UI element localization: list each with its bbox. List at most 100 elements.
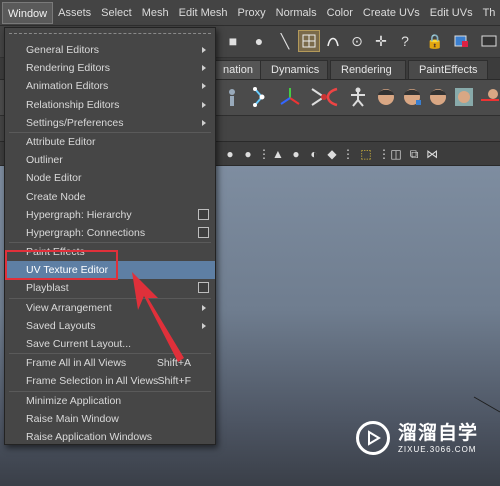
- ao-icon[interactable]: ◐: [306, 146, 322, 162]
- submenu-arrow-icon: [202, 83, 206, 90]
- menu-tearoff[interactable]: [9, 33, 211, 39]
- watermark-title: 溜溜自学: [398, 422, 479, 444]
- menu-item-label: Relationship Editors: [26, 98, 120, 111]
- render-icon[interactable]: [478, 30, 500, 52]
- menu-item-label: Create Node: [26, 190, 86, 203]
- watermark-subtitle: ZIXUE.3066.COM: [398, 444, 477, 454]
- menu-item-node-editor[interactable]: Node Editor: [5, 169, 215, 187]
- square-select-icon[interactable]: ■: [222, 30, 244, 52]
- submenu-arrow-icon: [202, 119, 206, 126]
- menu-item-hypergraph-hierarchy[interactable]: Hypergraph: Hierarchy: [5, 206, 215, 224]
- menu-item-label: Outliner: [26, 154, 63, 167]
- separator2-icon: ⋮: [342, 147, 354, 161]
- menu-item-outliner[interactable]: Outliner: [5, 151, 215, 169]
- pose-arrow-icon[interactable]: [476, 83, 500, 111]
- axis-tool-icon[interactable]: [276, 83, 304, 111]
- submenu-arrow-icon: [202, 65, 206, 72]
- circle-select-icon[interactable]: ●: [248, 30, 270, 52]
- menu-proxy[interactable]: Proxy: [233, 2, 271, 24]
- menu-item-hypergraph-connections[interactable]: Hypergraph: Connections: [5, 224, 215, 242]
- tab-dynamics[interactable]: Dynamics: [260, 60, 328, 79]
- lighting-icon[interactable]: ▲: [270, 146, 286, 162]
- share-icon[interactable]: ⋈: [424, 146, 440, 162]
- menu-item-create-node[interactable]: Create Node: [5, 188, 215, 206]
- option-box-icon[interactable]: [198, 208, 209, 220]
- skeleton-icon[interactable]: [344, 83, 372, 111]
- cube-icon[interactable]: ◫: [388, 146, 404, 162]
- annotation-highlight-box: [5, 250, 118, 280]
- menu-item-label: Minimize Application: [26, 394, 122, 407]
- menu-item-label: Frame Selection in All Views: [26, 375, 159, 388]
- curve-ik-icon[interactable]: [318, 83, 346, 111]
- menu-item-raise-main-window[interactable]: Raise Main Window: [5, 410, 215, 428]
- menu-edit-uvs[interactable]: Edit UVs: [425, 2, 478, 24]
- shadow-icon[interactable]: ●: [288, 146, 304, 162]
- menu-edit-mesh[interactable]: Edit Mesh: [174, 2, 233, 24]
- character-head3-icon[interactable]: [424, 83, 452, 111]
- menu-item-label: Raise Application Windows: [26, 430, 153, 443]
- menu-item-label: Attribute Editor: [26, 135, 96, 148]
- menu-item-frame-selection-in-all-views[interactable]: Frame Selection in All Views Shift+F: [5, 372, 215, 390]
- textured-icon[interactable]: ◆: [324, 146, 340, 162]
- submenu-arrow-icon: [202, 322, 206, 329]
- submenu-arrow-icon: [202, 101, 206, 108]
- menu-normals[interactable]: Normals: [271, 2, 322, 24]
- xray-icon[interactable]: ⧉: [406, 146, 422, 162]
- menu-assets[interactable]: Assets: [53, 2, 96, 24]
- grid-character-icon[interactable]: [450, 83, 478, 111]
- wireframe-shade-icon[interactable]: ●: [222, 146, 238, 162]
- menu-item-label: General Editors: [26, 44, 99, 56]
- menu-item-label: Animation Editors: [26, 80, 109, 93]
- menu-item-minimize-application[interactable]: Minimize Application: [5, 392, 215, 410]
- submenu-arrow-icon: [202, 304, 206, 311]
- menu-item-settings-preferences[interactable]: Settings/Preferences: [5, 114, 215, 132]
- menu-color[interactable]: Color: [322, 2, 358, 24]
- submenu-arrow-icon: [202, 47, 206, 53]
- input-ops-icon[interactable]: [450, 30, 472, 52]
- watermark: 溜溜自学 ZIXUE.3066.COM: [356, 410, 478, 466]
- menu-item-label: Raise Main Window: [26, 412, 119, 425]
- snap-grid-icon[interactable]: [298, 30, 320, 52]
- main-menubar: Window Assets Select Mesh Edit Mesh Prox…: [0, 0, 500, 26]
- menu-create-uvs[interactable]: Create UVs: [358, 2, 425, 24]
- play-logo-icon: [356, 421, 390, 455]
- character-head2-icon[interactable]: [398, 83, 426, 111]
- snap-plus-icon[interactable]: ✛: [370, 30, 392, 52]
- menu-item-animation-editors[interactable]: Animation Editors: [5, 77, 215, 95]
- option-box-icon[interactable]: [198, 282, 209, 294]
- menu-item-rendering-editors[interactable]: Rendering Editors: [5, 59, 215, 77]
- option-box-icon[interactable]: [198, 226, 209, 238]
- menu-item-label: View Arrangement: [26, 301, 112, 314]
- snap-curve-icon[interactable]: [322, 30, 344, 52]
- tab-rendering[interactable]: Rendering: [330, 60, 406, 79]
- annotation-arrow: [132, 272, 184, 362]
- menu-mesh[interactable]: Mesh: [137, 2, 174, 24]
- menu-item-label: Node Editor: [26, 172, 82, 185]
- menu-item-shortcut: Shift+F: [157, 375, 191, 388]
- menu-item-label: Playblast: [26, 282, 69, 295]
- tab-animation[interactable]: nation: [212, 60, 264, 79]
- menu-item-label: Saved Layouts: [26, 319, 96, 332]
- menu-window[interactable]: Window: [2, 1, 54, 24]
- menu-item-general-editors[interactable]: General Editors: [5, 41, 215, 59]
- menu-item-attribute-editor[interactable]: Attribute Editor: [5, 133, 215, 151]
- smooth-shade-icon[interactable]: ●: [240, 146, 256, 162]
- window-menu-dropdown: General Editors Rendering Editors Animatio…: [4, 27, 216, 445]
- joint-tool-icon[interactable]: [218, 83, 246, 111]
- menu-item-label: Hypergraph: Hierarchy: [26, 208, 132, 221]
- menu-item-label: Settings/Preferences: [26, 116, 124, 129]
- ik-handle-icon[interactable]: [248, 83, 276, 111]
- tab-painteffects[interactable]: PaintEffects: [408, 60, 488, 79]
- lock-icon[interactable]: 🔒: [424, 30, 446, 52]
- menu-select[interactable]: Select: [96, 2, 137, 24]
- menu-item-label: Frame All in All Views: [26, 357, 127, 370]
- snap-point-icon[interactable]: ⊙: [346, 30, 368, 52]
- menu-truncated[interactable]: Th: [478, 2, 500, 24]
- menu-item-relationship-editors[interactable]: Relationship Editors: [5, 96, 215, 114]
- isolate-select-icon[interactable]: ⬚: [358, 146, 374, 162]
- line-select-icon[interactable]: ╲: [274, 30, 296, 52]
- menu-item-raise-application-windows[interactable]: Raise Application Windows: [5, 428, 215, 446]
- character-head-icon[interactable]: [372, 83, 400, 111]
- help-icon[interactable]: ?: [394, 30, 416, 52]
- menu-item-label: Save Current Layout...: [26, 338, 132, 350]
